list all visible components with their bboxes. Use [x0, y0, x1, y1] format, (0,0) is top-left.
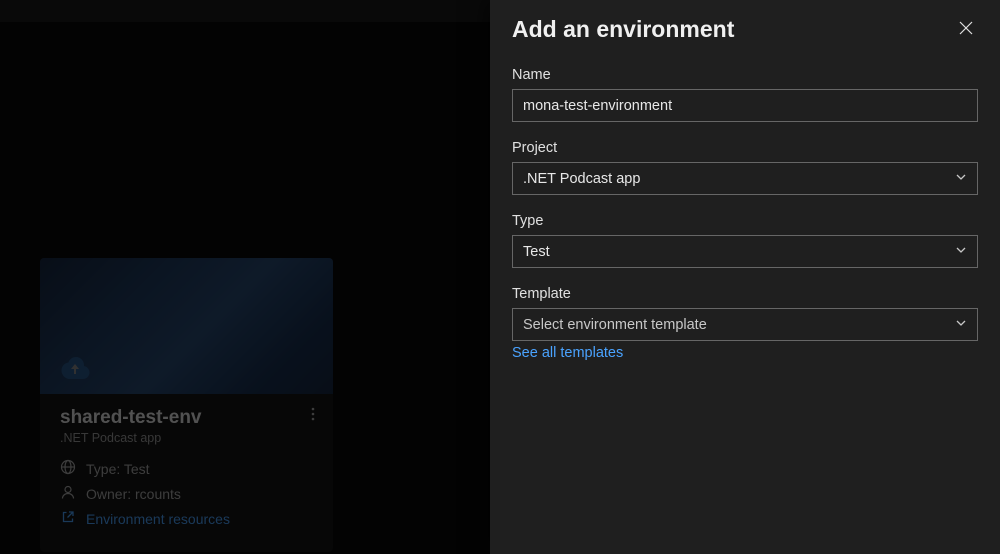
panel-title: Add an environment [512, 16, 734, 43]
chevron-down-icon [955, 244, 967, 260]
name-label: Name [512, 67, 978, 83]
project-select[interactable]: .NET Podcast app [512, 162, 978, 195]
type-label: Type [512, 213, 978, 229]
project-label: Project [512, 140, 978, 156]
template-select[interactable]: Select environment template [512, 308, 978, 341]
template-label: Template [512, 286, 978, 302]
dim-overlay [0, 0, 490, 554]
type-select-value: Test [523, 244, 550, 260]
chevron-down-icon [955, 171, 967, 187]
close-button[interactable] [954, 16, 978, 43]
close-icon [958, 24, 974, 39]
add-environment-panel: Add an environment Name Project .NET Pod… [490, 0, 1000, 554]
project-select-value: .NET Podcast app [523, 171, 640, 187]
chevron-down-icon [955, 317, 967, 333]
template-select-placeholder: Select environment template [523, 317, 707, 333]
type-select[interactable]: Test [512, 235, 978, 268]
name-input[interactable] [512, 89, 978, 122]
see-all-templates-link[interactable]: See all templates [512, 345, 623, 361]
